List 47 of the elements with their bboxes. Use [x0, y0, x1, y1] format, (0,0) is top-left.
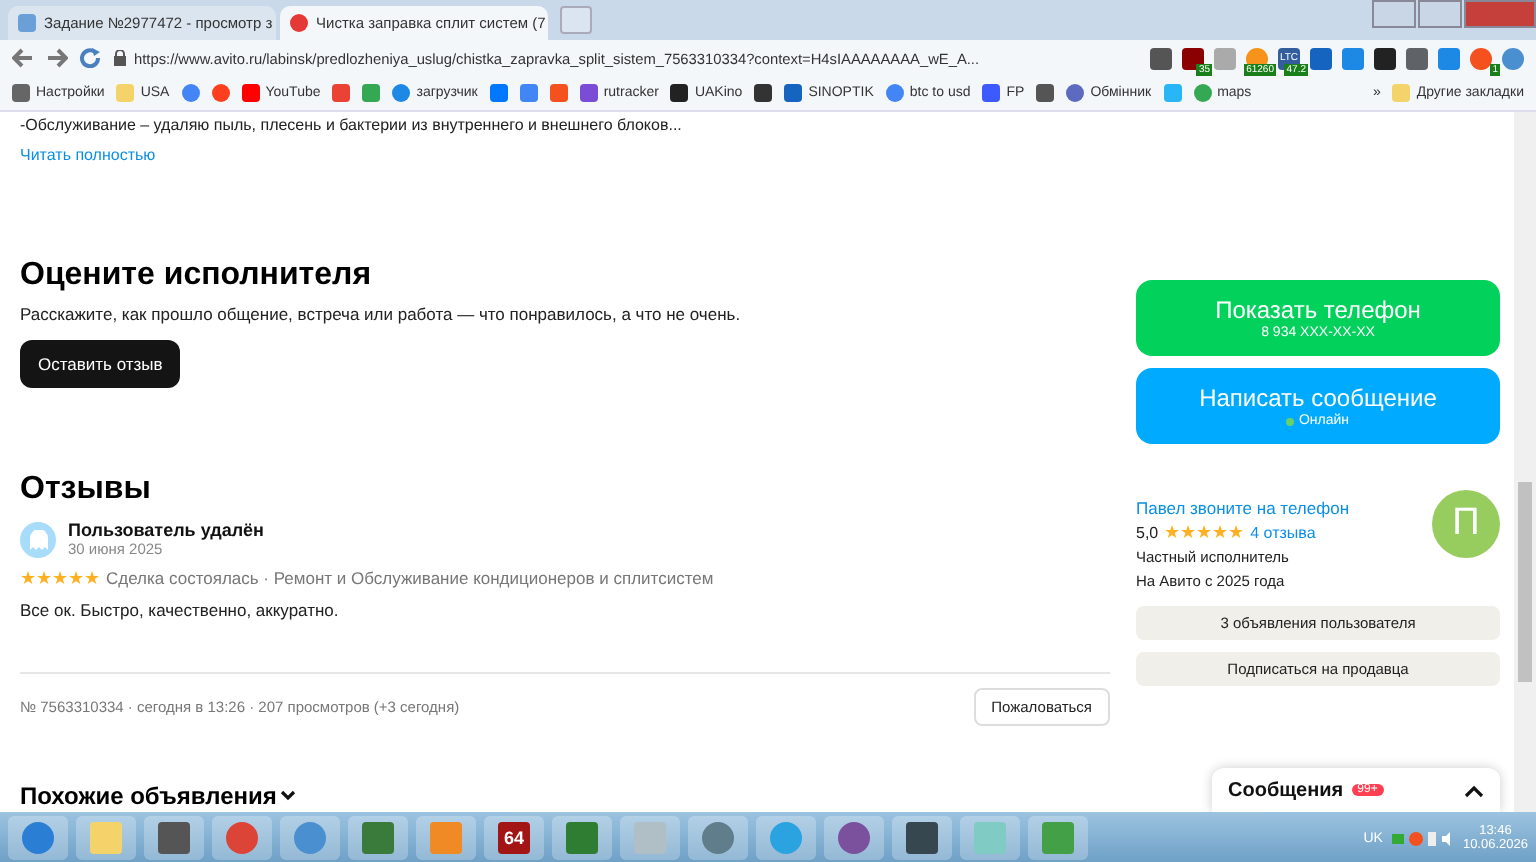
avatar-icon — [20, 521, 56, 557]
taskbar-app[interactable] — [144, 816, 204, 860]
section-heading: Отзывы — [20, 472, 153, 508]
forward-icon[interactable] — [46, 48, 68, 68]
taskbar-app[interactable] — [824, 816, 884, 860]
read-more-link[interactable]: Читать полностью — [20, 146, 156, 164]
taskbar-app[interactable] — [688, 816, 748, 860]
taskbar-app[interactable] — [8, 816, 68, 860]
taskbar-app[interactable] — [892, 816, 952, 860]
lock-icon — [114, 50, 126, 66]
bookmark[interactable] — [754, 84, 773, 102]
section-heading[interactable]: Похожие объявления — [20, 782, 277, 810]
star-icon: ★ — [84, 569, 100, 587]
leave-review-button[interactable]: Оставить отзыв — [20, 340, 181, 388]
star-icon: ★ — [1180, 524, 1197, 542]
extension-icon[interactable] — [1374, 47, 1396, 69]
extension-icon[interactable] — [1150, 47, 1172, 69]
review-meta: Сделка состоялась · Ремонт и Обслуживание кондиционеров и сплитсистем — [106, 568, 714, 588]
star-icon: ★ — [1228, 524, 1245, 542]
taskbar-app[interactable] — [552, 816, 612, 860]
minimize-button[interactable] — [1372, 0, 1416, 28]
prompt-text: Расскажите, как прошло общение, встреча или работа — что понравилось, а что не очень. — [20, 304, 743, 324]
review-author: Пользователь удалён — [68, 520, 264, 540]
description-text: -Обслуживание – удаляю пыль, плесень и бактерии из внутреннего и внешнего блоков... — [20, 116, 684, 134]
taskbar-app[interactable] — [212, 816, 272, 860]
star-icon: ★ — [36, 569, 52, 587]
seller-rating: 5,0 — [1136, 524, 1159, 542]
star-icon: ★ — [1164, 524, 1181, 542]
scrollbar-thumb[interactable] — [1518, 482, 1532, 682]
caret-icon[interactable] — [280, 790, 297, 802]
new-tab-button[interactable] — [560, 6, 592, 34]
maximize-button[interactable] — [1418, 0, 1462, 28]
messages-title[interactable]: Сообщения — [1228, 779, 1344, 801]
taskbar-app[interactable] — [348, 816, 408, 860]
tray-icons-drawing[interactable] — [1392, 829, 1453, 847]
star-icon: ★ — [68, 569, 84, 587]
star-icon: ★ — [1212, 524, 1229, 542]
bookmark[interactable] — [1036, 84, 1055, 102]
review-text: Все ок. Быстро, качественно, аккуратно. — [20, 600, 341, 620]
reload-icon[interactable] — [80, 48, 102, 68]
star-icon: ★ — [52, 569, 68, 587]
star-icon: ★ — [1196, 524, 1213, 542]
star-icon: ★ — [20, 569, 36, 587]
section-heading: Оцените исполнителя — [20, 258, 374, 294]
chevron-up-icon[interactable] — [1464, 783, 1484, 797]
back-icon[interactable] — [12, 48, 34, 68]
taskbar-app[interactable]: 64 — [484, 816, 544, 860]
